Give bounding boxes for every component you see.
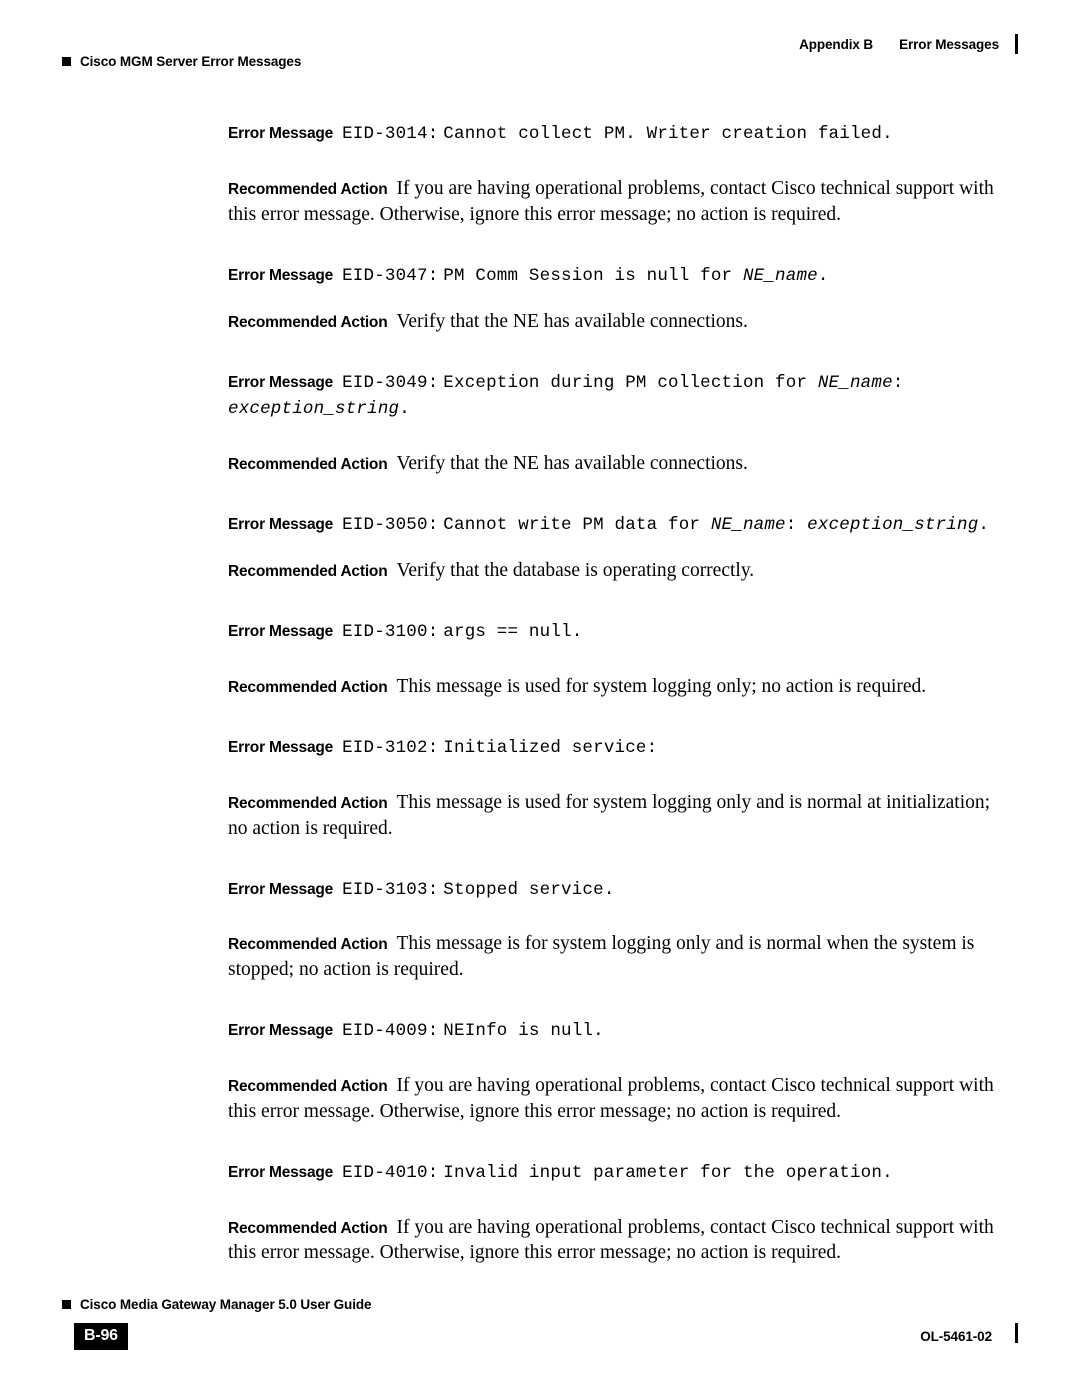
footer-doc-number: OL-5461-02	[920, 1329, 992, 1344]
recommended-action-line: Recommended Action If you are having oper…	[228, 176, 998, 228]
footer-left-group: Cisco Media Gateway Manager 5.0 User Gui…	[62, 1297, 372, 1312]
error-message-line: Error Message EID-3047: PM Comm Session i…	[228, 262, 998, 288]
error-variable: NE_name	[817, 373, 893, 394]
document-body: Error Message EID-3014: Cannot collect PM…	[228, 120, 998, 1266]
error-code: EID-3047:	[342, 265, 439, 286]
recommended-action-line: Recommended Action This message is used f…	[228, 790, 998, 842]
error-message-line: Error Message EID-4010: Invalid input par…	[228, 1159, 998, 1185]
error-entry-eid-3049: Error Message EID-3049: Exception during …	[228, 369, 998, 476]
recommended-action-line: Recommended Action This message is for sy…	[228, 931, 998, 983]
error-message-line: Error Message EID-3102: Initialized servi…	[228, 734, 998, 760]
recommended-action-line: Recommended Action Verify that the NE has…	[228, 309, 998, 335]
header-right-group: Appendix B Error Messages	[799, 34, 1018, 54]
error-code: EID-3103:	[342, 879, 439, 900]
header-rule	[1015, 34, 1018, 54]
recommended-action-label: Recommended Action	[228, 1219, 388, 1237]
error-entry-eid-4010: Error Message EID-4010: Invalid input par…	[228, 1159, 998, 1267]
header-appendix-label: Appendix B	[799, 36, 874, 52]
error-code: EID-3014:	[342, 124, 439, 144]
error-code: EID-3102:	[342, 738, 439, 759]
recommended-action-label: Recommended Action	[228, 314, 388, 332]
footer-rule	[1015, 1323, 1018, 1343]
recommended-action-label: Recommended Action	[228, 794, 388, 812]
square-bullet-icon	[62, 57, 71, 66]
error-code: EID-3049:	[342, 373, 439, 394]
error-text: Initialized service:	[443, 738, 658, 759]
error-message-line: Error Message EID-3100: args == null.	[228, 618, 998, 644]
error-entry-eid-3103: Error Message EID-3103: Stopped service. …	[228, 876, 998, 984]
recommended-action-line: Recommended Action Verify that the NE has…	[228, 451, 998, 477]
error-text-tail: .	[817, 265, 829, 286]
header-left-group: Cisco MGM Server Error Messages	[62, 54, 301, 69]
page-number-badge: B-96	[74, 1323, 128, 1350]
error-message-line: Error Message EID-3049: Exception during …	[228, 369, 998, 421]
recommended-action-line: Recommended Action This message is used f…	[228, 674, 998, 700]
error-message-label: Error Message	[228, 880, 334, 898]
error-text-tail: .	[978, 514, 990, 535]
recommended-action-label: Recommended Action	[228, 455, 388, 473]
error-variable-2: exception_string	[228, 399, 400, 420]
error-entry-eid-3047: Error Message EID-3047: PM Comm Session i…	[228, 262, 998, 336]
error-message-line: Error Message EID-3050: Cannot write PM d…	[228, 511, 998, 537]
error-code: EID-3050:	[342, 514, 439, 535]
error-code: EID-4009:	[342, 1021, 439, 1042]
error-text: Cannot write PM data for	[443, 514, 711, 535]
error-text: Invalid input parameter for the operatio…	[443, 1162, 893, 1183]
error-text: NEInfo is null.	[443, 1021, 604, 1042]
error-text-tail: .	[399, 399, 410, 420]
recommended-action-label: Recommended Action	[228, 180, 388, 198]
error-text: args == null.	[443, 622, 583, 643]
recommended-action-text: Verify that the NE has available connect…	[396, 311, 748, 333]
error-variable: NE_name	[742, 265, 818, 286]
header-chapter-title: Cisco MGM Server Error Messages	[80, 54, 302, 69]
error-code: EID-4010:	[342, 1162, 439, 1183]
error-message-label: Error Message	[228, 1163, 334, 1181]
error-message-line: Error Message EID-4009: NEInfo is null.	[228, 1017, 998, 1043]
recommended-action-text: Verify that the database is operating co…	[396, 560, 755, 582]
recommended-action-label: Recommended Action	[228, 1077, 388, 1095]
error-variable-2: exception_string	[807, 514, 979, 535]
error-text-mid: :	[892, 373, 904, 394]
page-header: Cisco MGM Server Error Messages Appendix…	[62, 34, 1018, 69]
error-message-label: Error Message	[228, 125, 334, 142]
footer-guide-title: Cisco Media Gateway Manager 5.0 User Gui…	[80, 1297, 372, 1312]
error-entry-eid-3102: Error Message EID-3102: Initialized servi…	[228, 734, 998, 842]
recommended-action-label: Recommended Action	[228, 563, 388, 581]
error-message-line: Error Message EID-3014: Cannot collect PM…	[228, 120, 998, 146]
error-text: PM Comm Session is null for	[443, 265, 743, 286]
recommended-action-line: Recommended Action If you are having oper…	[228, 1073, 998, 1125]
error-message-line: Error Message EID-3103: Stopped service.	[228, 876, 998, 902]
error-message-label: Error Message	[228, 266, 334, 284]
recommended-action-text: Verify that the NE has available connect…	[396, 452, 748, 474]
recommended-action-line: Recommended Action Verify that the databa…	[228, 558, 998, 584]
error-code: EID-3100:	[342, 622, 439, 643]
error-message-label: Error Message	[228, 623, 334, 641]
error-variable: NE_name	[710, 514, 786, 535]
error-message-label: Error Message	[228, 739, 334, 757]
recommended-action-text: This message is used for system logging …	[396, 676, 927, 698]
error-entry-eid-3050: Error Message EID-3050: Cannot write PM d…	[228, 511, 998, 585]
error-entry-eid-3014: Error Message EID-3014: Cannot collect PM…	[228, 120, 998, 228]
header-section-label: Error Messages	[899, 36, 999, 52]
error-message-label: Error Message	[228, 1022, 334, 1040]
error-text: Stopped service.	[443, 879, 615, 900]
error-entry-eid-4009: Error Message EID-4009: NEInfo is null. R…	[228, 1017, 998, 1125]
error-text: Cannot collect PM. Writer creation faile…	[443, 124, 893, 144]
recommended-action-line: Recommended Action If you are having oper…	[228, 1215, 998, 1267]
error-message-label: Error Message	[228, 515, 334, 533]
recommended-action-label: Recommended Action	[228, 679, 388, 697]
square-bullet-icon	[62, 1300, 71, 1309]
error-message-label: Error Message	[228, 374, 334, 392]
recommended-action-label: Recommended Action	[228, 936, 388, 954]
error-text: Exception during PM collection for	[443, 373, 818, 394]
error-entry-eid-3100: Error Message EID-3100: args == null. Rec…	[228, 618, 998, 700]
error-text-mid: :	[785, 514, 808, 535]
page-footer: Cisco Media Gateway Manager 5.0 User Gui…	[62, 1297, 1018, 1357]
